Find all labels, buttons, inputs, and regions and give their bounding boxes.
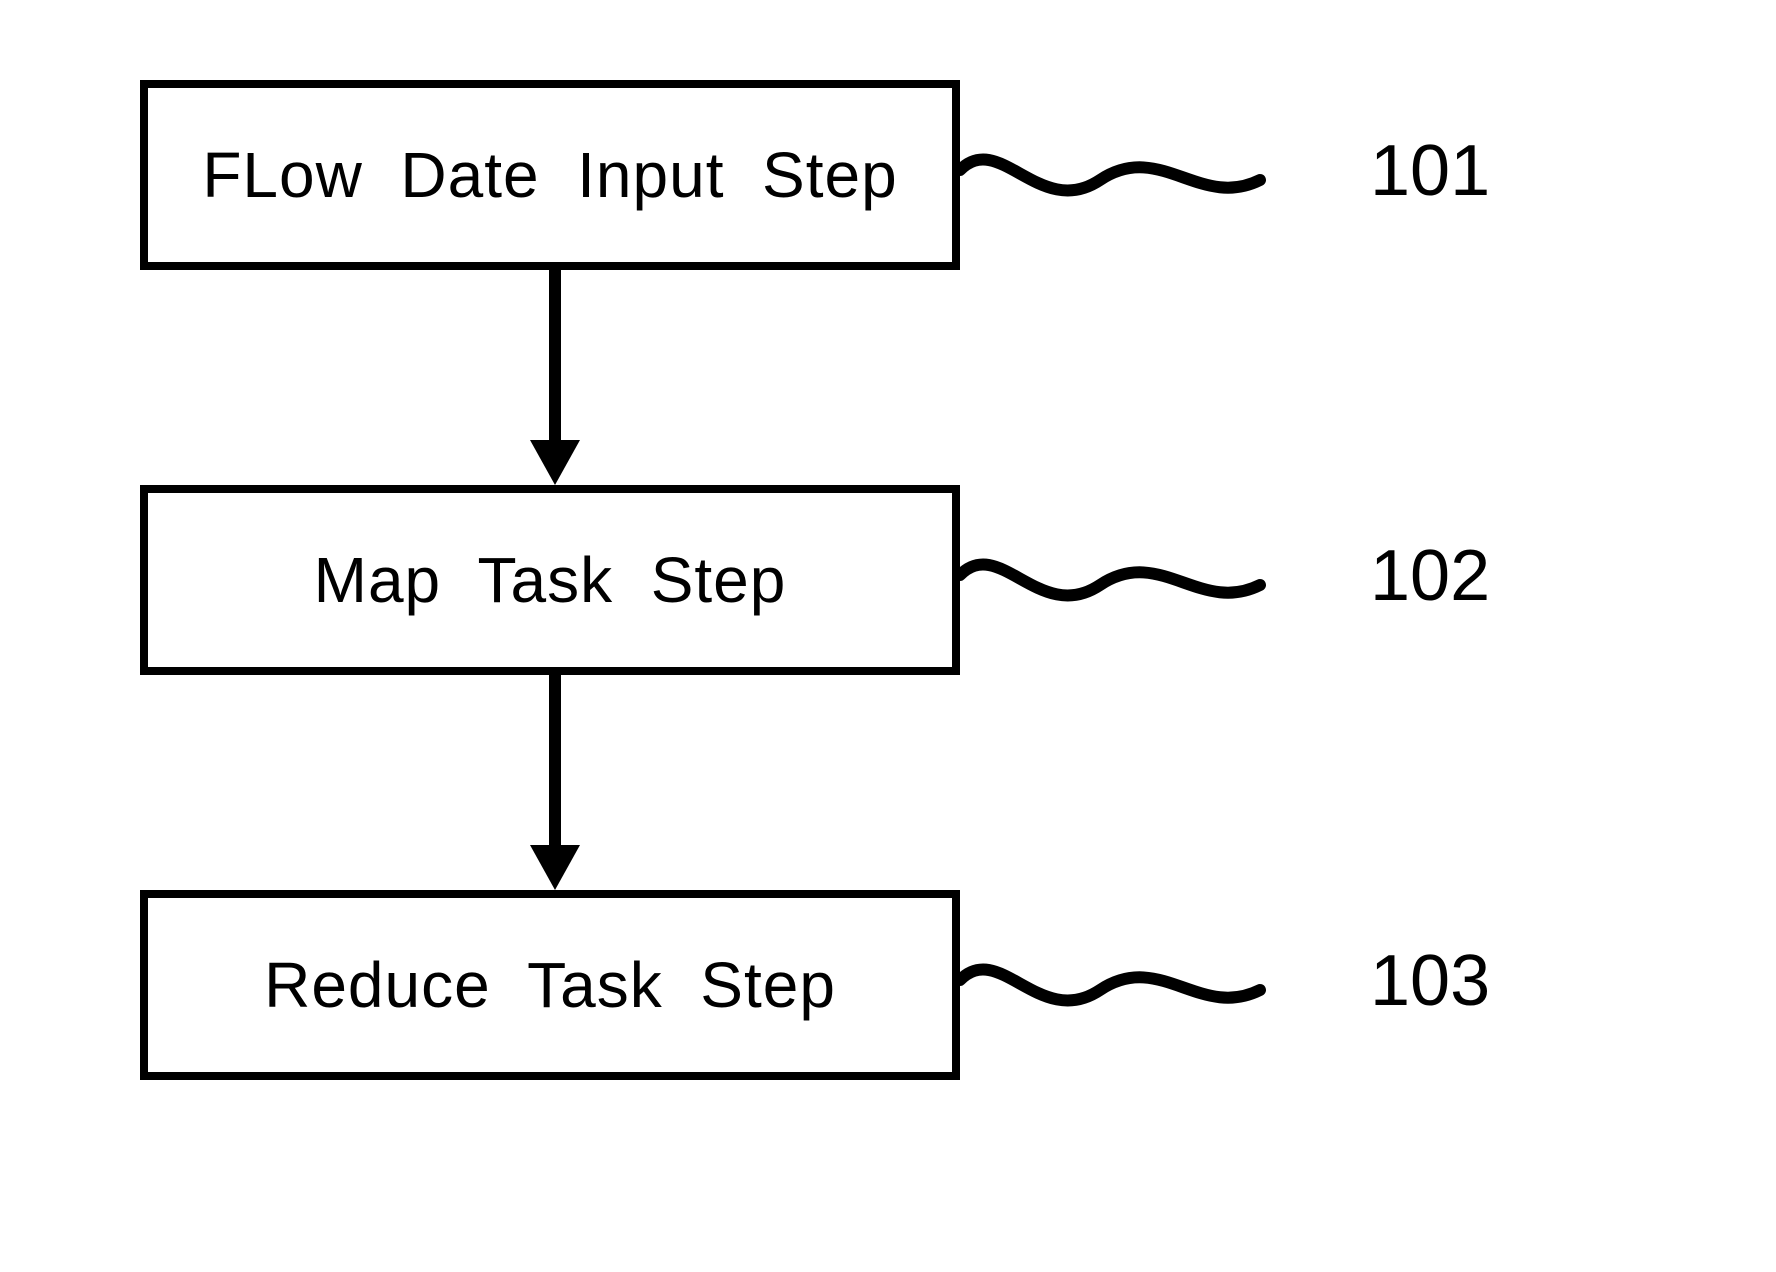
arrow-102-to-103: [540, 675, 570, 895]
leader-line-103: [960, 950, 1280, 1040]
step-box-103-text: Reduce Task Step: [264, 948, 836, 1022]
ref-label-103: 103: [1370, 940, 1490, 1022]
step-box-101: FLow Date Input Step: [140, 80, 960, 270]
flowchart-canvas: FLow Date Input Step Map Task Step Reduc…: [0, 0, 1776, 1272]
leader-line-102: [960, 545, 1280, 635]
step-box-103: Reduce Task Step: [140, 890, 960, 1080]
step-box-102-text: Map Task Step: [314, 543, 787, 617]
ref-label-101: 101: [1370, 130, 1490, 212]
leader-line-101: [960, 140, 1280, 230]
arrow-101-to-102: [540, 270, 570, 490]
step-box-101-text: FLow Date Input Step: [202, 138, 897, 212]
ref-label-102: 102: [1370, 535, 1490, 617]
step-box-102: Map Task Step: [140, 485, 960, 675]
